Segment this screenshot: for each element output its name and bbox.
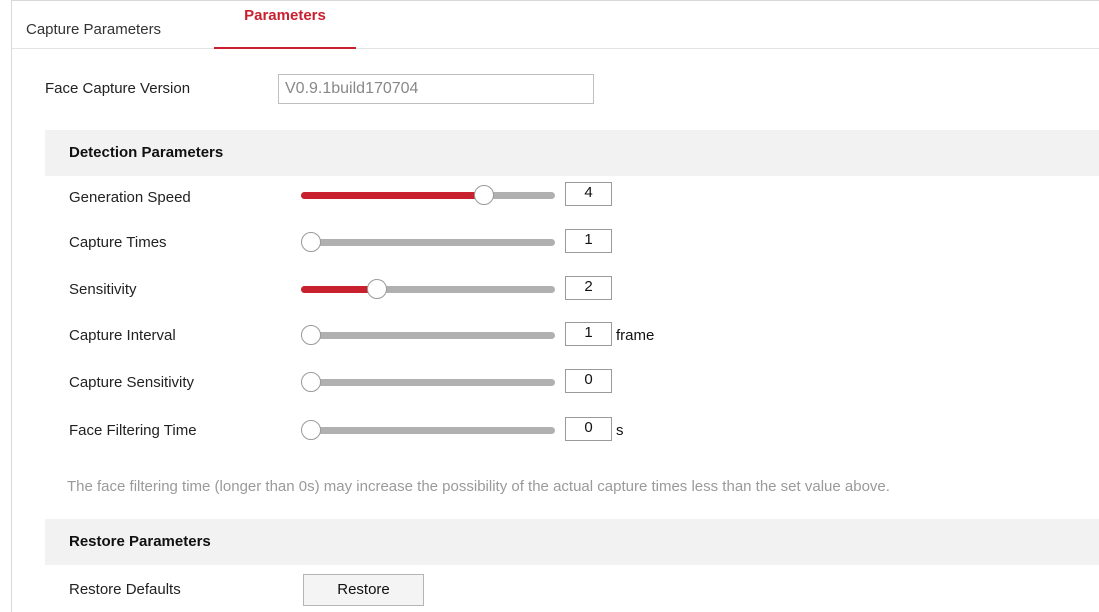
slider-track [301, 427, 555, 434]
slider-thumb[interactable] [301, 325, 321, 345]
face-filtering-hint: The face filtering time (longer than 0s)… [67, 478, 890, 495]
capture-sensitivity-label: Capture Sensitivity [69, 374, 195, 391]
restore-parameters-header: Restore Parameters [45, 519, 1099, 565]
slider-track [301, 239, 555, 246]
face-capture-version-field: V0.9.1build170704 [278, 74, 594, 104]
slider-thumb[interactable] [474, 185, 494, 205]
parameters-panel: Capture Parameters Parameters Face Captu… [11, 0, 1099, 612]
capture-times-label: Capture Times [69, 234, 167, 251]
restore-button[interactable]: Restore [303, 574, 424, 606]
capture-interval-unit: frame [616, 327, 655, 344]
detection-parameters-header: Detection Parameters [45, 130, 1099, 176]
capture-interval-slider[interactable] [301, 325, 555, 347]
restore-defaults-label: Restore Defaults [69, 581, 181, 598]
tab-capture-parameters[interactable]: Capture Parameters [26, 1, 196, 49]
tab-bar: Capture Parameters Parameters [12, 1, 1099, 49]
sensitivity-label: Sensitivity [69, 281, 137, 298]
tab-parameters[interactable]: Parameters [214, 0, 356, 49]
slider-thumb[interactable] [301, 232, 321, 252]
face-capture-version-label: Face Capture Version [45, 80, 191, 97]
capture-sensitivity-slider[interactable] [301, 372, 555, 394]
capture-times-value[interactable]: 1 [565, 229, 612, 253]
face-filtering-time-unit: s [616, 422, 624, 439]
slider-fill [301, 286, 377, 293]
capture-times-slider[interactable] [301, 232, 555, 254]
face-filtering-time-slider[interactable] [301, 420, 555, 442]
slider-track [301, 332, 555, 339]
face-filtering-time-label: Face Filtering Time [69, 422, 197, 439]
capture-interval-value[interactable]: 1 [565, 322, 612, 346]
slider-thumb[interactable] [301, 420, 321, 440]
capture-interval-label: Capture Interval [69, 327, 176, 344]
face-filtering-time-value[interactable]: 0 [565, 417, 612, 441]
slider-thumb[interactable] [367, 279, 387, 299]
generation-speed-label: Generation Speed [69, 189, 191, 206]
generation-speed-value[interactable]: 4 [565, 182, 612, 206]
capture-sensitivity-value[interactable]: 0 [565, 369, 612, 393]
detection-parameters-title: Detection Parameters [69, 144, 224, 161]
slider-thumb[interactable] [301, 372, 321, 392]
slider-track [301, 379, 555, 386]
generation-speed-slider[interactable] [301, 185, 555, 207]
slider-fill [301, 192, 484, 199]
sensitivity-slider[interactable] [301, 279, 555, 301]
sensitivity-value[interactable]: 2 [565, 276, 612, 300]
restore-parameters-title: Restore Parameters [69, 533, 211, 550]
